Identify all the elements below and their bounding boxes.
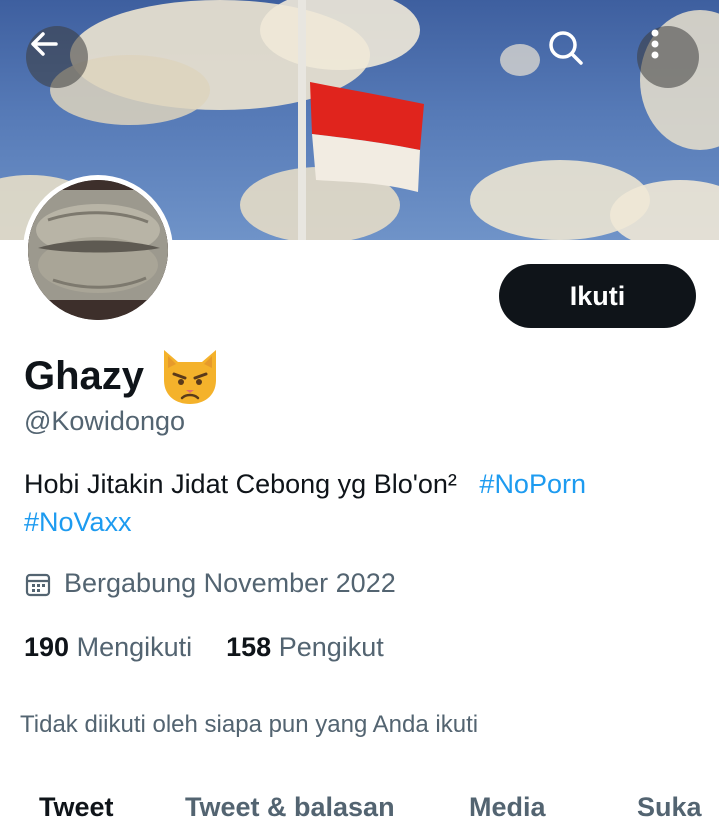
avatar-image xyxy=(28,180,168,320)
profile-tabs: Tweet Tweet & balasan Media Suka xyxy=(0,780,719,831)
following-link[interactable]: 190 Mengikuti xyxy=(24,632,192,663)
search-button[interactable] xyxy=(544,26,606,88)
joined-text: Bergabung November 2022 xyxy=(64,568,396,598)
more-vertical-icon xyxy=(651,29,659,59)
more-options-button[interactable] xyxy=(637,26,699,88)
joined-date: Bergabung November 2022 xyxy=(24,568,396,599)
followers-link[interactable]: 158 Pengikut xyxy=(226,632,384,663)
display-name: Ghazy xyxy=(24,346,222,406)
hashtag-link[interactable]: #NoVaxx xyxy=(24,507,132,537)
tab-media[interactable]: Media xyxy=(469,792,546,823)
profile-bio: Hobi Jitakin Jidat Cebong yg Blo'on² #No… xyxy=(24,465,684,541)
display-name-text: Ghazy xyxy=(24,353,145,398)
bio-text: Hobi Jitakin Jidat Cebong yg Blo'on² xyxy=(24,469,457,499)
followed-by-text: Tidak diikuti oleh siapa pun yang Anda i… xyxy=(20,711,479,738)
tab-likes[interactable]: Suka xyxy=(637,792,702,823)
tab-tweet[interactable]: Tweet xyxy=(39,792,114,823)
following-count: 190 xyxy=(24,632,70,662)
followers-count: 158 xyxy=(226,632,272,662)
profile-avatar[interactable] xyxy=(23,175,173,325)
follow-stats: 190 Mengikuti 158 Pengikut xyxy=(24,632,384,663)
follow-button[interactable]: Ikuti xyxy=(499,264,696,328)
calendar-icon xyxy=(25,573,51,596)
tab-tweet-replies[interactable]: Tweet & balasan xyxy=(185,792,395,823)
arrow-left-icon xyxy=(31,32,58,56)
hashtag-link[interactable]: #NoPorn xyxy=(479,469,586,499)
user-handle: @Kowidongo xyxy=(24,406,186,436)
followers-label: Pengikut xyxy=(278,632,384,662)
search-icon xyxy=(549,31,583,65)
following-label: Mengikuti xyxy=(76,632,193,662)
back-button[interactable] xyxy=(26,26,88,88)
pouting-cat-emoji-icon xyxy=(164,350,217,404)
